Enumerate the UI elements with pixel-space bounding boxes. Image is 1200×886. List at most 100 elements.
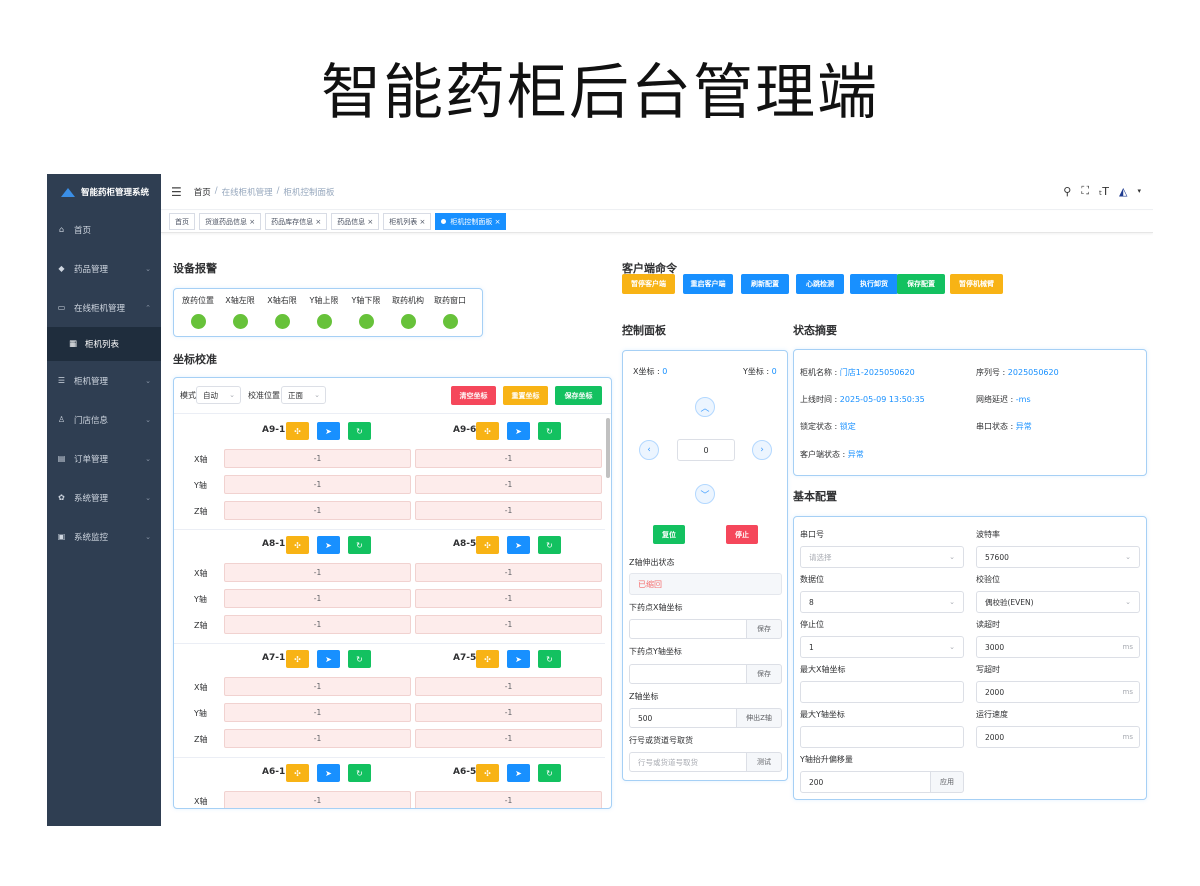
- save-config-button[interactable]: 保存配置: [897, 274, 945, 294]
- locate-button[interactable]: ➤: [507, 536, 530, 554]
- save-drop-x-button[interactable]: 保存: [746, 619, 782, 639]
- tag-cabinet-list[interactable]: 柜机列表 ×: [383, 213, 432, 230]
- y-axis-value[interactable]: -1: [415, 703, 602, 722]
- z-axis-value[interactable]: -1: [415, 729, 602, 748]
- drop-y-input[interactable]: [629, 664, 747, 684]
- z-axis-value[interactable]: -1: [415, 501, 602, 520]
- stop-bits-select[interactable]: 1 ⌄: [800, 636, 964, 658]
- stop-button[interactable]: 停止: [726, 525, 758, 544]
- extend-z-button[interactable]: 伸出Z轴: [736, 708, 782, 728]
- x-axis-value[interactable]: -1: [415, 791, 602, 808]
- save-drop-y-button[interactable]: 保存: [746, 664, 782, 684]
- move-right-button[interactable]: ›: [752, 440, 772, 460]
- sidebar-item-cabinet-list[interactable]: ▦ 柜机列表: [47, 327, 161, 361]
- move-button[interactable]: ✣: [476, 422, 499, 440]
- mode-select[interactable]: 自动 ⌄: [196, 386, 241, 404]
- reset-button[interactable]: 复位: [653, 525, 685, 544]
- y-axis-value[interactable]: -1: [415, 589, 602, 608]
- refresh-button[interactable]: ↻: [538, 764, 561, 782]
- z-axis-value[interactable]: -1: [415, 615, 602, 634]
- y-axis-value[interactable]: -1: [224, 589, 411, 608]
- y-axis-value[interactable]: -1: [224, 475, 411, 494]
- move-button[interactable]: ✣: [286, 536, 309, 554]
- locate-button[interactable]: ➤: [317, 650, 340, 668]
- refresh-button[interactable]: ↻: [348, 422, 371, 440]
- search-icon[interactable]: ⚲: [1063, 185, 1071, 198]
- move-button[interactable]: ✣: [476, 536, 499, 554]
- sidebar-item-cabinet-manage[interactable]: ☰ 柜机管理 ⌄: [47, 361, 161, 400]
- test-fetch-button[interactable]: 测试: [746, 752, 782, 772]
- tag-lane-drugs[interactable]: 货道药品信息 ×: [199, 213, 262, 230]
- z-axis-value[interactable]: -1: [224, 501, 411, 520]
- step-input[interactable]: 0: [677, 439, 735, 461]
- pause-client-button[interactable]: 暂停客户端: [622, 274, 675, 294]
- clear-coords-button[interactable]: 清空坐标: [451, 386, 496, 405]
- tag-cabinet-control[interactable]: 柜机控制面板 ×: [435, 213, 507, 230]
- fetch-input[interactable]: 行号或货道号取货: [629, 752, 747, 772]
- font-size-icon[interactable]: ₜT: [1099, 185, 1109, 198]
- read-timeout-input[interactable]: 3000 ms: [976, 636, 1140, 658]
- x-axis-value[interactable]: -1: [415, 449, 602, 468]
- move-down-button[interactable]: ﹀: [695, 484, 715, 504]
- y-lift-offset-input[interactable]: 200: [800, 771, 931, 793]
- move-button[interactable]: ✣: [286, 650, 309, 668]
- refresh-button[interactable]: ↻: [348, 536, 371, 554]
- sidebar-item-home[interactable]: ⌂ 首页: [47, 210, 161, 249]
- sidebar-item-orders[interactable]: ▤ 订单管理 ⌄: [47, 439, 161, 478]
- serial-port-select[interactable]: 请选择 ⌄: [800, 546, 964, 568]
- locate-button[interactable]: ➤: [507, 764, 530, 782]
- locate-button[interactable]: ➤: [507, 650, 530, 668]
- position-select[interactable]: 正面 ⌄: [281, 386, 326, 404]
- move-button[interactable]: ✣: [476, 764, 499, 782]
- pause-arm-button[interactable]: 暂停机械臂: [950, 274, 1003, 294]
- max-y-input[interactable]: [800, 726, 964, 748]
- refresh-button[interactable]: ↻: [538, 422, 561, 440]
- max-x-input[interactable]: [800, 681, 964, 703]
- tag-drug-stock[interactable]: 药品库存信息 ×: [265, 213, 328, 230]
- write-timeout-input[interactable]: 2000 ms: [976, 681, 1140, 703]
- sidebar-logo[interactable]: 智能药柜管理系统: [47, 174, 161, 210]
- move-button[interactable]: ✣: [476, 650, 499, 668]
- locate-button[interactable]: ➤: [507, 422, 530, 440]
- move-button[interactable]: ✣: [286, 764, 309, 782]
- sidebar-item-online-cabinets[interactable]: ▭ 在线柜机管理 ⌃: [47, 288, 161, 327]
- data-bits-select[interactable]: 8 ⌄: [800, 591, 964, 613]
- sidebar-item-drugs[interactable]: ◆ 药品管理 ⌄: [47, 249, 161, 288]
- refresh-button[interactable]: ↻: [348, 650, 371, 668]
- drop-x-input[interactable]: [629, 619, 747, 639]
- y-axis-value[interactable]: -1: [415, 475, 602, 494]
- move-up-button[interactable]: ︿: [695, 397, 715, 417]
- x-axis-value[interactable]: -1: [415, 677, 602, 696]
- refresh-config-button[interactable]: 刷新配置: [741, 274, 789, 294]
- reset-coords-button[interactable]: 重置坐标: [503, 386, 548, 405]
- refresh-button[interactable]: ↻: [538, 536, 561, 554]
- scrollbar[interactable]: [606, 418, 610, 478]
- refresh-button[interactable]: ↻: [538, 650, 561, 668]
- z-axis-value[interactable]: -1: [224, 615, 411, 634]
- hamburger-icon[interactable]: ☰: [171, 185, 182, 199]
- save-coords-button[interactable]: 保存坐标: [555, 386, 602, 405]
- x-axis-value[interactable]: -1: [415, 563, 602, 582]
- restart-client-button[interactable]: 重启客户端: [683, 274, 733, 294]
- refresh-button[interactable]: ↻: [348, 764, 371, 782]
- locate-button[interactable]: ➤: [317, 764, 340, 782]
- parity-select[interactable]: 偶校验(EVEN) ⌄: [976, 591, 1140, 613]
- heartbeat-button[interactable]: 心跳检测: [796, 274, 844, 294]
- x-axis-value[interactable]: -1: [224, 449, 411, 468]
- speed-input[interactable]: 2000 ms: [976, 726, 1140, 748]
- tag-drug-info[interactable]: 药品信息 ×: [331, 213, 380, 230]
- z-coord-input[interactable]: 500: [629, 708, 737, 728]
- move-left-button[interactable]: ‹: [639, 440, 659, 460]
- tag-home[interactable]: 首页: [169, 213, 195, 230]
- x-axis-value[interactable]: -1: [224, 563, 411, 582]
- caret-down-icon[interactable]: ▾: [1137, 187, 1141, 195]
- sidebar-item-stores[interactable]: ♙ 门店信息 ⌄: [47, 400, 161, 439]
- x-axis-value[interactable]: -1: [224, 791, 411, 808]
- apply-button[interactable]: 应用: [930, 771, 964, 793]
- fullscreen-icon[interactable]: ⛶: [1081, 184, 1089, 198]
- avatar[interactable]: ◭: [1119, 185, 1127, 198]
- locate-button[interactable]: ➤: [317, 422, 340, 440]
- y-axis-value[interactable]: -1: [224, 703, 411, 722]
- locate-button[interactable]: ➤: [317, 536, 340, 554]
- sidebar-item-system[interactable]: ✿ 系统管理 ⌄: [47, 478, 161, 517]
